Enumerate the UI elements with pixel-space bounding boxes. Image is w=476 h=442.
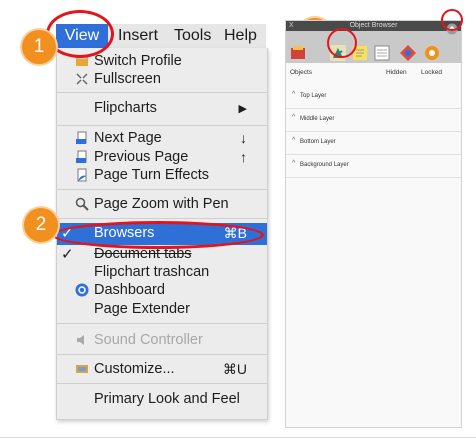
action-browser-icon[interactable] — [424, 45, 440, 61]
menu-item-label: Page Turn Effects — [94, 167, 209, 183]
fullscreen-icon — [76, 73, 88, 85]
checkmark-icon: ✓ — [61, 246, 74, 263]
menu-separator — [57, 125, 267, 126]
menu-item-primary-look-and-feel[interactable]: Primary Look and Feel — [57, 389, 267, 410]
layer-row[interactable]: ^ Bottom Layer — [286, 131, 461, 155]
step-badge-1: 1 — [22, 30, 56, 64]
magnifier-icon — [75, 197, 89, 211]
page-turn-icon — [77, 168, 87, 182]
column-hidden: Hidden — [386, 69, 407, 76]
close-icon[interactable]: X — [289, 21, 294, 31]
sound-controller-icon — [77, 335, 84, 345]
menu-item-label: Sound Controller — [94, 332, 203, 348]
menu-item-label: Previous Page — [94, 149, 189, 165]
previous-page-icon — [76, 150, 87, 163]
annotation-circle-view — [46, 10, 114, 58]
annotation-circle-object-browser — [327, 28, 357, 58]
menu-item-customize[interactable]: Customize... ⌘U — [57, 359, 267, 380]
menu-item-label: Primary Look and Feel — [94, 391, 240, 407]
layer-label: Middle Layer — [300, 116, 335, 122]
layer-row[interactable]: ^ Middle Layer — [286, 108, 461, 132]
menu-item-label: Switch Profile — [94, 53, 182, 69]
menu-separator — [57, 354, 267, 355]
menu-item-fullscreen[interactable]: Fullscreen — [57, 69, 267, 90]
page-browser-icon[interactable] — [374, 45, 390, 61]
menu-item-label: Dashboard — [94, 282, 165, 298]
expand-caret-icon[interactable]: ^ — [292, 114, 295, 121]
layer-label: Bottom Layer — [300, 139, 336, 145]
menu-item-page-extender[interactable]: Page Extender — [57, 299, 267, 320]
shortcut-label: ↓ — [240, 130, 247, 146]
expand-caret-icon[interactable]: ^ — [292, 160, 295, 167]
resource-browser-icon[interactable] — [290, 45, 306, 61]
shortcut-label: ↑ — [240, 149, 247, 165]
layer-row[interactable]: ^ Background Layer — [286, 154, 461, 178]
menu-separator — [57, 92, 267, 93]
divider — [0, 437, 476, 438]
column-objects: Objects — [290, 69, 313, 76]
dashboard-icon — [75, 283, 89, 297]
submenu-arrow-icon: ▶ — [238, 103, 247, 115]
next-page-icon — [76, 131, 87, 144]
annotation-circle-toggle — [441, 9, 463, 31]
customize-icon — [76, 365, 88, 373]
menu-insert[interactable]: Insert — [118, 27, 158, 45]
menu-separator — [57, 383, 267, 384]
menu-item-label: Page Extender — [94, 301, 190, 317]
browser-toolbar — [286, 23, 461, 63]
layer-label: Background Layer — [300, 162, 349, 168]
object-browser-title: Object Browser — [349, 22, 398, 29]
menu-item-label: Flipcharts — [94, 100, 157, 116]
menu-help[interactable]: Help — [224, 27, 257, 45]
object-browser-titlebar: X Object Browser — [286, 21, 461, 31]
menu-item-label: Fullscreen — [94, 71, 161, 87]
object-browser-panel: X Object Browser Objects Hidden Locked ^… — [285, 20, 462, 428]
annotation-ellipse-browsers — [52, 221, 264, 249]
menu-item-next-page[interactable]: Next Page ↓ — [57, 128, 267, 149]
property-inspector-icon[interactable] — [400, 45, 416, 61]
layer-label: Top Layer — [300, 93, 327, 99]
menu-item-label: Next Page — [94, 130, 162, 146]
menu-separator — [57, 323, 267, 324]
menu-item-label: Flipchart trashcan — [94, 264, 210, 280]
shortcut-label: ⌘U — [222, 361, 247, 377]
menu-item-label: Customize... — [94, 361, 175, 377]
column-locked: Locked — [421, 69, 442, 76]
menu-item-flipcharts[interactable]: Flipcharts ▶ — [57, 98, 267, 119]
menu-item-label: Page Zoom with Pen — [94, 196, 229, 212]
menu-separator — [57, 218, 267, 219]
menu-item-dashboard[interactable]: Dashboard — [57, 280, 267, 301]
expand-caret-icon[interactable]: ^ — [292, 91, 295, 98]
menu-item-page-turn-effects[interactable]: Page Turn Effects — [57, 165, 267, 186]
step-badge-2: 2 — [24, 208, 58, 242]
expand-caret-icon[interactable]: ^ — [292, 137, 295, 144]
menu-tools[interactable]: Tools — [174, 27, 211, 45]
layer-row[interactable]: ^ Top Layer — [286, 85, 461, 109]
menu-item-page-zoom-with-pen[interactable]: Page Zoom with Pen — [57, 194, 267, 215]
menu-separator — [57, 189, 267, 190]
menu-item-sound-controller: Sound Controller — [57, 330, 267, 351]
